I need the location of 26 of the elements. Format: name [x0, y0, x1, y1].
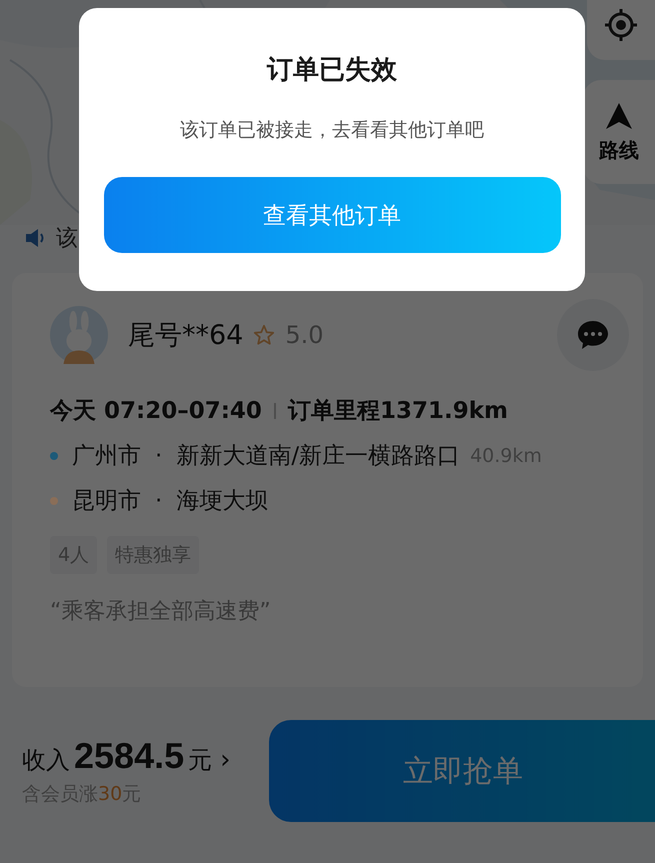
- stop-address: 新新大道南/新庄一横路路口: [176, 442, 460, 471]
- dialog-title: 订单已失效: [267, 54, 397, 87]
- locate-icon: [603, 7, 639, 43]
- speaker-icon: [24, 228, 46, 248]
- locate-button[interactable]: [587, 0, 655, 60]
- income-amount: 2584.5: [74, 735, 184, 777]
- stop-city: 广州市: [72, 442, 141, 471]
- income-label: 收入: [22, 745, 70, 776]
- income-unit: 元: [188, 745, 212, 776]
- view-other-orders-button[interactable]: 查看其他订单: [104, 177, 560, 253]
- stop-address: 海埂大坝: [176, 487, 268, 516]
- avatar: [50, 306, 108, 364]
- navigation-arrow-icon: [604, 100, 634, 130]
- passenger-name: 尾号**64: [128, 319, 244, 353]
- notice-text: 该: [56, 225, 78, 253]
- grab-order-button[interactable]: 立即抢单: [269, 720, 655, 822]
- separator-dot: ·: [155, 442, 162, 468]
- separator-dot: ·: [155, 488, 162, 514]
- dialog-message: 该订单已被接走，去看看其他订单吧: [180, 118, 484, 143]
- route-button[interactable]: 路线: [583, 80, 655, 184]
- time-range: 今天 07:20–07:40: [50, 397, 262, 426]
- stop-city: 昆明市: [72, 487, 141, 516]
- trip-mileage: 订单里程1371.9km: [288, 397, 508, 426]
- chat-bubble-icon: [576, 319, 610, 351]
- chevron-icon[interactable]: ›: [220, 745, 231, 775]
- star-icon: [253, 324, 276, 346]
